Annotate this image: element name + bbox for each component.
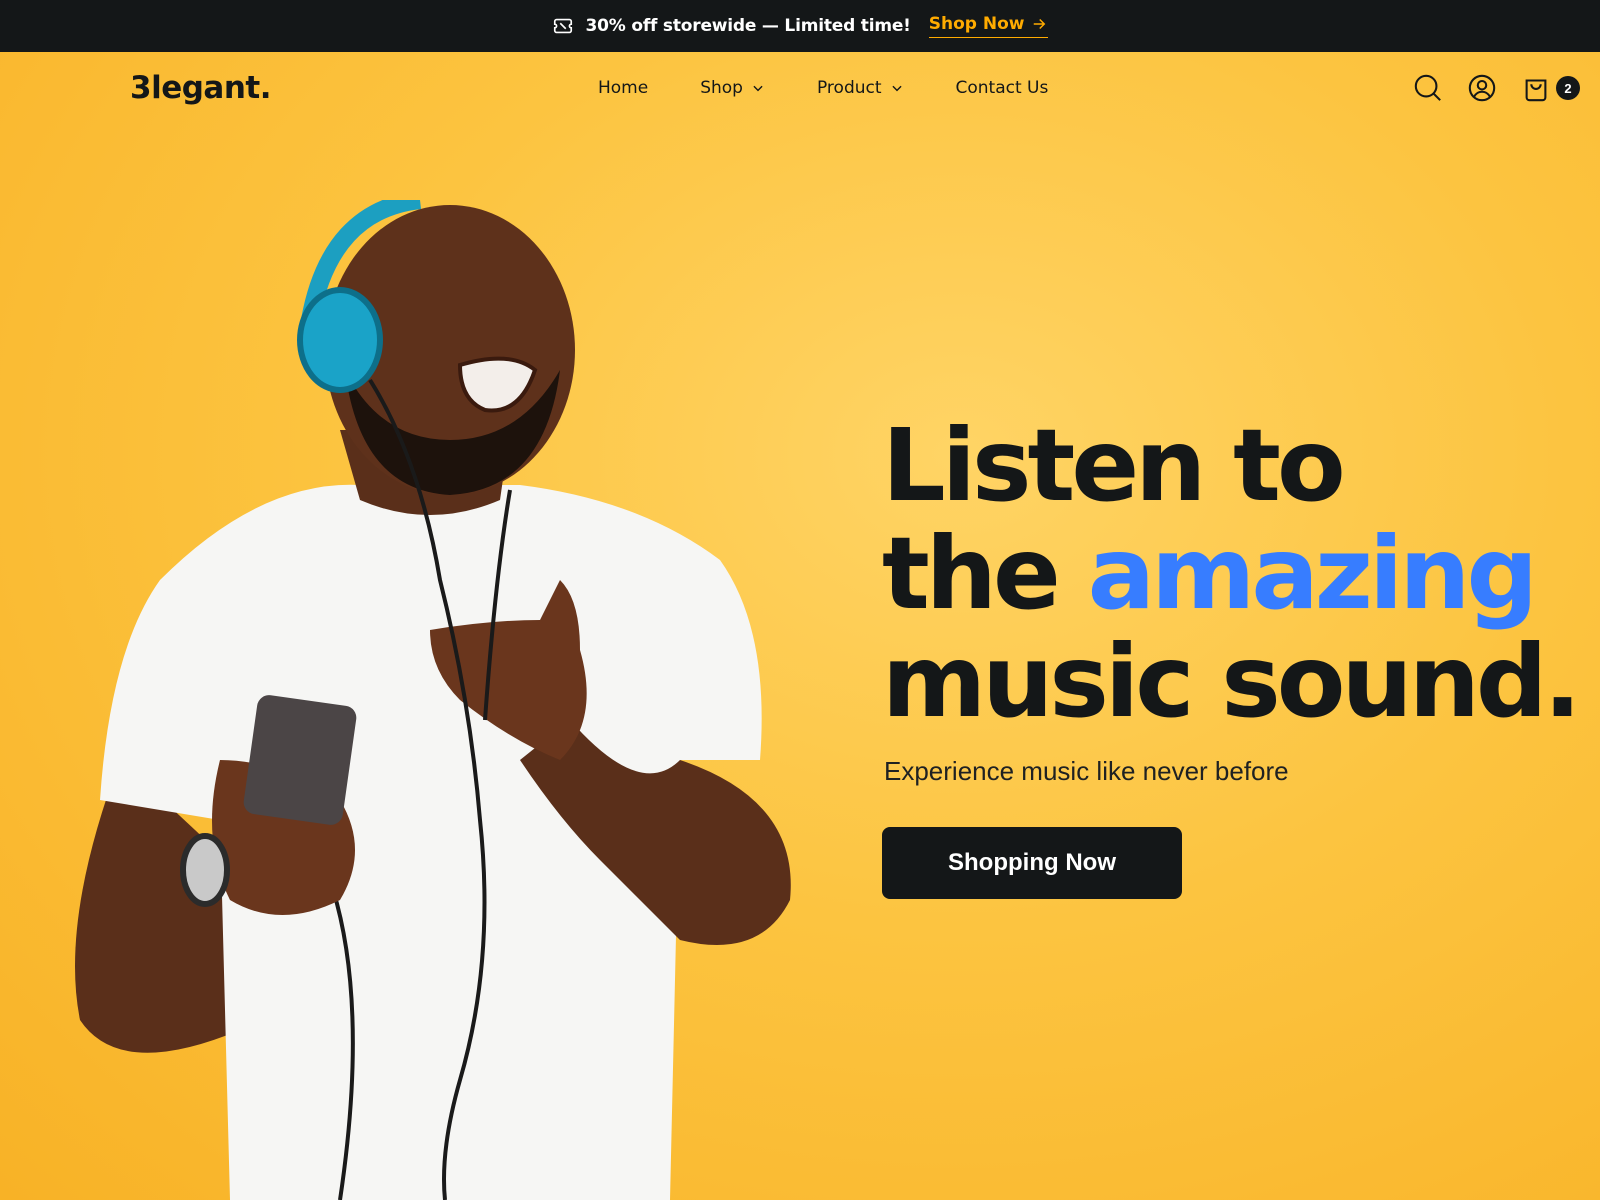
logo[interactable]: 3legant. bbox=[130, 70, 272, 106]
nav-item-label: Contact Us bbox=[955, 78, 1049, 98]
nav-item-contact-us[interactable]: Contact Us bbox=[956, 78, 1049, 98]
nav-item-label: Home bbox=[598, 78, 649, 98]
hero-image bbox=[75, 200, 791, 1200]
headline-line-2-plain: the bbox=[882, 515, 1088, 632]
hero-subtitle: Experience music like never before bbox=[884, 756, 1289, 786]
phone bbox=[243, 695, 357, 825]
nav-item-label: Shop bbox=[700, 78, 743, 98]
search-icon[interactable] bbox=[1412, 72, 1444, 104]
shopping-now-button[interactable]: Shopping Now bbox=[882, 827, 1182, 899]
headline-accent: amazing bbox=[1087, 515, 1538, 632]
chevron-down-icon bbox=[891, 85, 902, 92]
headline-line-3: music sound. bbox=[882, 623, 1581, 740]
main-navigation: 3legant. Home Shop Product Contact Us 2 bbox=[0, 52, 1600, 128]
headline-line-2: the amazing bbox=[882, 520, 1577, 628]
nav-menu: Home Shop Product Contact Us bbox=[598, 78, 1048, 98]
arrow-right-icon bbox=[1034, 18, 1046, 30]
nav-item-label: Product bbox=[816, 78, 882, 98]
nav-item-shop[interactable]: Shop bbox=[700, 78, 765, 98]
promo-bar: 30% off storewide — Limited time! Shop N… bbox=[0, 0, 1600, 52]
headphone-cup bbox=[297, 287, 383, 393]
ticket-icon bbox=[552, 15, 574, 37]
promo-message: 30% off storewide — Limited time! bbox=[585, 16, 911, 36]
chevron-down-icon bbox=[753, 85, 763, 92]
user-icon[interactable] bbox=[1466, 72, 1498, 104]
shopping-bag-icon bbox=[1520, 72, 1552, 104]
cart-count-badge: 2 bbox=[1556, 76, 1580, 100]
cart-button[interactable]: 2 bbox=[1520, 72, 1580, 104]
watch bbox=[180, 833, 230, 907]
nav-item-home[interactable]: Home bbox=[598, 78, 648, 98]
nav-item-product[interactable]: Product bbox=[817, 78, 904, 98]
headline-line-1: Listen to bbox=[882, 407, 1346, 524]
promo-shop-now-link[interactable]: Shop Now bbox=[928, 14, 1049, 38]
hero-headline: Listen to the amazing music sound. bbox=[882, 407, 1581, 740]
nav-icons: 2 bbox=[1412, 72, 1580, 104]
promo-shop-now-label: Shop Now bbox=[928, 14, 1025, 34]
